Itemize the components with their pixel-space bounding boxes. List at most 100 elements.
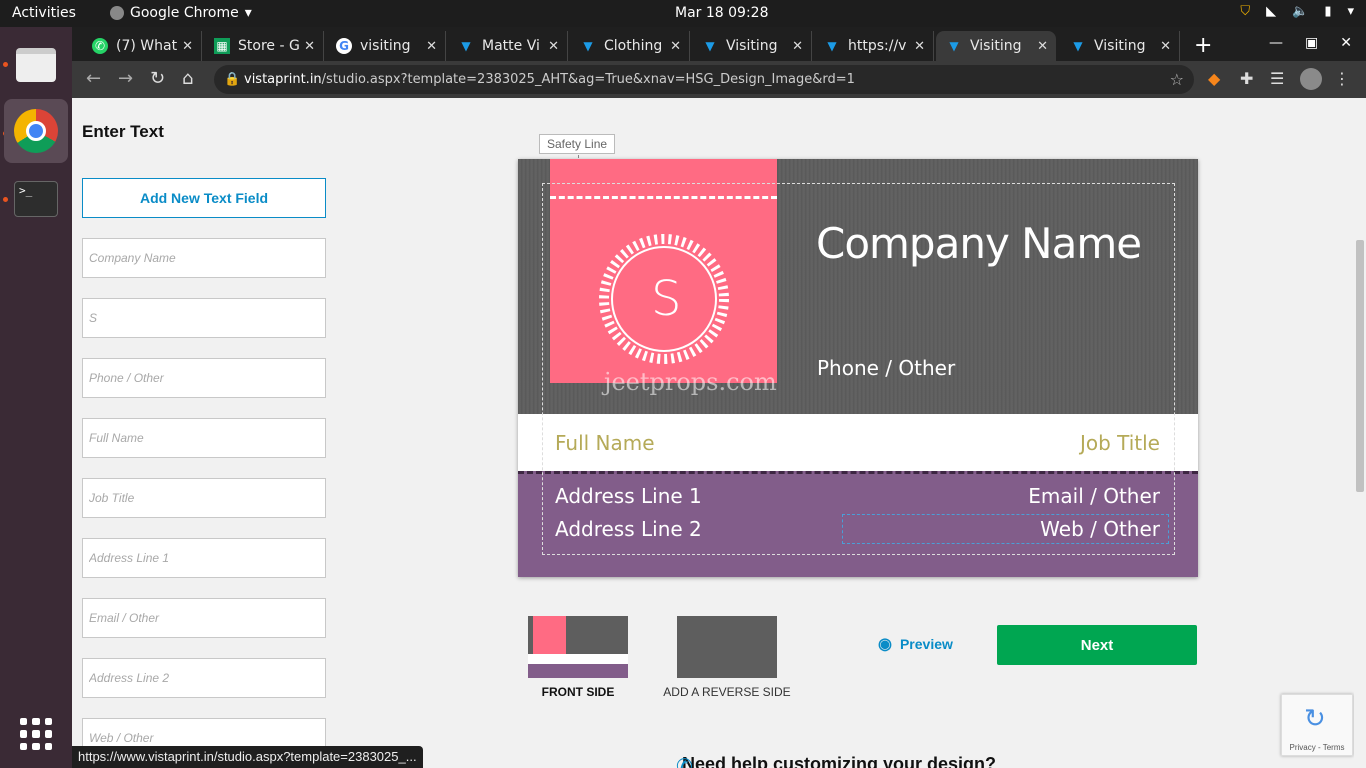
front-side-thumbnail[interactable] (528, 616, 628, 678)
tab[interactable]: ▦ Store - G ✕ (204, 31, 324, 61)
studio-page: Enter Text Add New Text Field Safety Lin… (72, 98, 1366, 768)
tab[interactable]: ✆ (7) What ✕ (82, 31, 202, 61)
tab-active[interactable]: ▼ Visiting ✕ (936, 31, 1056, 61)
system-tray[interactable]: ⛉ ◣ 🔈 ▮ ▾ (1240, 4, 1354, 19)
google-icon: G (336, 38, 352, 54)
power-menu-icon: ▾ (1347, 4, 1354, 19)
close-icon[interactable]: ✕ (182, 39, 193, 54)
card-phone[interactable]: Phone / Other (817, 356, 955, 380)
dock: >_ (0, 27, 72, 768)
shield-icon: ⛉ (1240, 4, 1251, 19)
volume-icon: 🔈 (1292, 4, 1309, 19)
job-title-field[interactable] (82, 478, 326, 518)
card-address-line-1[interactable]: Address Line 1 (555, 484, 702, 508)
card-address-line-2[interactable]: Address Line 2 (555, 517, 702, 541)
next-button[interactable]: Next (997, 625, 1197, 665)
front-side-label[interactable]: FRONT SIDE (508, 685, 648, 699)
address-line-2-field[interactable] (82, 658, 326, 698)
card-web[interactable]: Web / Other (1040, 517, 1160, 541)
chrome-app-icon[interactable] (4, 99, 68, 163)
scrollbar-thumb[interactable] (1356, 240, 1364, 492)
tab-title: https://v (848, 38, 907, 54)
maximize-icon[interactable]: ▣ (1305, 35, 1318, 51)
status-bar-url: https://www.vistaprint.in/studio.aspx?te… (72, 746, 423, 768)
help-heading: Need help customizing your design? (682, 754, 996, 768)
card-company-name[interactable]: Company Name (816, 219, 1142, 268)
url-host: vistaprint.in (244, 72, 322, 87)
wifi-icon: ◣ (1266, 4, 1277, 19)
tab-title: Visiting (1094, 38, 1146, 54)
add-reverse-side-label[interactable]: ADD A REVERSE SIDE (657, 685, 797, 699)
panel-title: Enter Text (82, 122, 164, 141)
new-tab-icon[interactable]: + (1194, 33, 1212, 58)
media-queue-icon[interactable]: ☰ (1270, 69, 1284, 88)
preview-button[interactable]: ◉ Preview (878, 634, 953, 654)
system-top-bar: Activities Google Chrome ▾ Mar 18 09:28 … (0, 0, 1366, 27)
address-bar[interactable]: 🔒 vistaprint.in/studio.aspx?template=238… (214, 65, 1194, 94)
extensions-puzzle-icon[interactable]: ✚ (1240, 69, 1253, 88)
card-job-title[interactable]: Job Title (1080, 431, 1160, 455)
vistaprint-icon: ▼ (1073, 39, 1083, 53)
caret-down-icon: ▾ (244, 5, 252, 21)
close-window-icon[interactable]: ✕ (1340, 35, 1352, 51)
vistaprint-icon: ▼ (827, 39, 837, 53)
monogram-field[interactable] (82, 298, 326, 338)
page-scrollbar[interactable] (1354, 98, 1366, 768)
reverse-side-thumbnail[interactable] (677, 616, 777, 678)
terminal-app-icon[interactable]: >_ (4, 167, 68, 231)
tab[interactable]: ▼ Visiting ✕ (692, 31, 812, 61)
tab-title: Matte Vi (482, 38, 540, 54)
tab[interactable]: ▼ Clothing ✕ (570, 31, 690, 61)
tab-title: Visiting (726, 38, 778, 54)
chrome-small-icon (110, 6, 124, 20)
browser-toolbar: ← → ↻ ⌂ 🔒 vistaprint.in/studio.aspx?temp… (72, 61, 1366, 98)
company-name-field[interactable] (82, 238, 326, 278)
tab-title: Clothing (604, 38, 663, 54)
close-icon[interactable]: ✕ (1160, 39, 1171, 54)
tab-title: (7) What (116, 38, 178, 54)
back-icon[interactable]: ← (86, 68, 101, 89)
vistaprint-icon: ▼ (949, 39, 959, 53)
tab[interactable]: Gvisiting ✕ (326, 31, 446, 61)
phone-field[interactable] (82, 358, 326, 398)
bookmark-star-icon[interactable]: ☆ (1170, 65, 1184, 94)
tab[interactable]: ▼ Matte Vi ✕ (448, 31, 568, 61)
full-name-field[interactable] (82, 418, 326, 458)
home-icon[interactable]: ⌂ (182, 68, 193, 89)
menu-kebab-icon[interactable]: ⋮ (1334, 69, 1350, 88)
address-line-1-field[interactable] (82, 538, 326, 578)
forward-icon[interactable]: → (118, 68, 133, 89)
email-field[interactable] (82, 598, 326, 638)
recaptcha-icon: ↻ (1304, 703, 1326, 733)
card-full-name[interactable]: Full Name (555, 431, 655, 455)
activities-button[interactable]: Activities (12, 5, 76, 21)
app-menu[interactable]: Google Chrome ▾ (110, 5, 252, 21)
recaptcha-badge[interactable]: ↻ Privacy - Terms (1281, 694, 1353, 756)
add-new-text-field-button[interactable]: Add New Text Field (82, 178, 326, 218)
metamask-icon[interactable]: ◆ (1208, 69, 1220, 88)
files-app-icon[interactable] (4, 33, 68, 97)
tab-title: Visiting (970, 38, 1022, 54)
reload-icon[interactable]: ↻ (150, 68, 165, 89)
clock[interactable]: Mar 18 09:28 (675, 5, 768, 21)
close-icon[interactable]: ✕ (548, 39, 559, 54)
close-icon[interactable]: ✕ (426, 39, 437, 54)
tab[interactable]: ▼ https://v ✕ (814, 31, 934, 61)
profile-avatar[interactable] (1300, 68, 1322, 90)
show-apps-icon[interactable] (20, 718, 52, 750)
vistaprint-icon: ▼ (461, 39, 471, 53)
close-icon[interactable]: ✕ (914, 39, 925, 54)
whatsapp-icon: ✆ (92, 38, 108, 54)
business-card-canvas[interactable]: S jeetprops.com Company Name Phone / Oth… (518, 159, 1198, 577)
close-icon[interactable]: ✕ (670, 39, 681, 54)
close-icon[interactable]: ✕ (1037, 39, 1048, 54)
card-email[interactable]: Email / Other (1028, 484, 1160, 508)
tab-title: visiting (360, 38, 411, 54)
app-menu-label: Google Chrome (130, 5, 239, 21)
close-icon[interactable]: ✕ (792, 39, 803, 54)
close-icon[interactable]: ✕ (304, 39, 315, 54)
vistaprint-icon: ▼ (705, 39, 715, 53)
tab[interactable]: ▼ Visiting ✕ (1060, 31, 1180, 61)
minimize-icon[interactable]: — (1269, 35, 1283, 51)
battery-icon: ▮ (1324, 4, 1332, 19)
